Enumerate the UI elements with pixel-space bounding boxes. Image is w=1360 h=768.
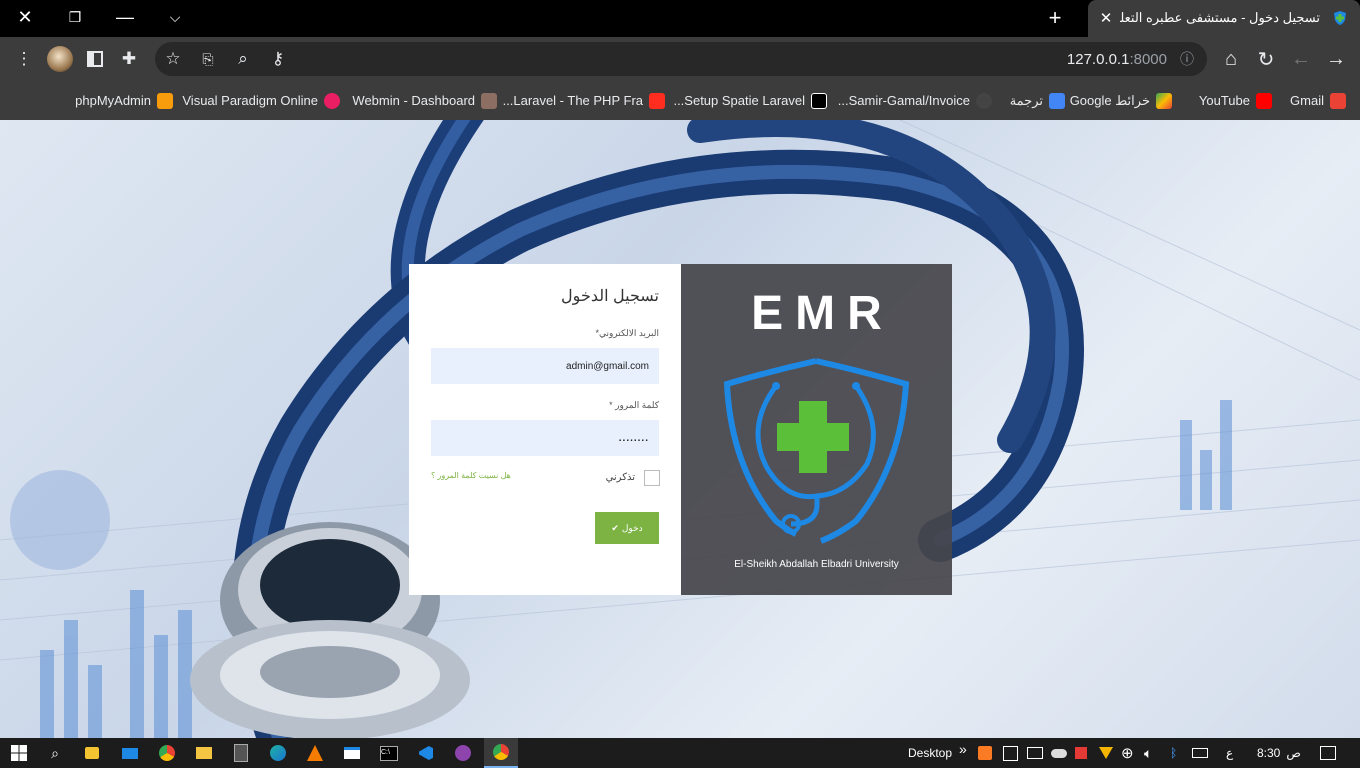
share-icon[interactable]: ⎘ bbox=[196, 47, 220, 71]
search-icon[interactable]: ⌕ bbox=[44, 742, 66, 764]
hospital-favicon-icon bbox=[1334, 11, 1346, 25]
window-close-button[interactable]: ✕ bbox=[0, 0, 50, 34]
youtube-icon bbox=[1256, 92, 1272, 109]
back-icon[interactable]: ← bbox=[1289, 47, 1313, 71]
network-tray-icon[interactable]: ⊕ bbox=[1121, 738, 1134, 768]
phpmyadmin-icon bbox=[157, 92, 173, 109]
active-tab[interactable]: ✕ تسجيل دخول - مستشفى عطبره التعليمي bbox=[1088, 0, 1360, 37]
edge-icon[interactable] bbox=[267, 742, 289, 764]
news-app-icon[interactable] bbox=[341, 742, 363, 764]
tab-close-button[interactable]: ✕ bbox=[1096, 8, 1116, 28]
site-info-icon[interactable]: ⓘ bbox=[1175, 47, 1199, 71]
bookmark-youtube[interactable]: YouTube bbox=[1199, 81, 1272, 120]
windows-logo-icon bbox=[11, 745, 27, 761]
desktop-toolbar-label[interactable]: Desktop bbox=[908, 738, 952, 768]
bookmark-translate[interactable]: ترجمة bbox=[1010, 81, 1065, 120]
brand-panel: EMR El-Sheikh Abdallah Elbadri Universit… bbox=[681, 264, 952, 595]
window-minimize-button[interactable]: — bbox=[100, 0, 150, 34]
check-icon: ✔ bbox=[611, 522, 619, 533]
start-windows-icon[interactable] bbox=[8, 742, 30, 764]
shield-tray-icon[interactable] bbox=[1075, 738, 1087, 768]
calculator-icon[interactable] bbox=[230, 742, 252, 764]
github-desktop-icon[interactable] bbox=[452, 742, 474, 764]
visual-paradigm-icon bbox=[324, 92, 340, 109]
tab-title: تسجيل دخول - مستشفى عطبره التعليمي bbox=[1120, 10, 1320, 25]
address-bar[interactable]: ☆ ⎘ ⌕ ⚷ 127.0.0.1:8000 ⓘ bbox=[155, 42, 1207, 76]
bookmark-laravel[interactable]: Laravel - The PHP Fra... bbox=[503, 81, 665, 120]
clipboard-tray-icon[interactable] bbox=[1003, 738, 1018, 768]
toolbar-chevron[interactable]: » bbox=[959, 734, 967, 764]
extensions-icon[interactable]: ✚ bbox=[117, 47, 141, 71]
bookmark-star-icon[interactable]: ☆ bbox=[161, 47, 185, 71]
login-form-card: تسجيل الدخول البريد الالكتروني* كلمة الم… bbox=[409, 264, 681, 595]
volume-tray-icon[interactable]: 🔈︎ bbox=[1144, 738, 1152, 768]
emr-shield-logo-icon bbox=[723, 358, 910, 544]
home-icon[interactable]: ⌂ bbox=[1219, 47, 1243, 71]
url-text[interactable]: 127.0.0.1:8000 bbox=[1067, 51, 1167, 68]
file-explorer-icon[interactable] bbox=[193, 742, 215, 764]
bookmark-maps[interactable]: خرائط Google bbox=[1070, 81, 1172, 120]
reload-icon[interactable]: ↻ bbox=[1254, 47, 1278, 71]
tab-strip: ✕ ❐ — ⌵ + ✕ تسجيل دخول - مستشفى عطبره ال… bbox=[0, 0, 1360, 37]
github-icon bbox=[976, 92, 992, 109]
maps-icon bbox=[1156, 92, 1172, 109]
bookmark-webmin[interactable]: Webmin - Dashboard bbox=[352, 81, 497, 120]
brand-subtitle: El-Sheikh Abdallah Elbadri University bbox=[734, 559, 899, 570]
bluetooth-tray-icon[interactable]: ᛒ bbox=[1170, 738, 1177, 768]
password-label: كلمة المرور * bbox=[609, 400, 659, 410]
remember-me-label: تذكرني bbox=[605, 472, 635, 483]
notifications-icon[interactable] bbox=[1320, 738, 1336, 768]
windows-taskbar: ⌕ C:\ Desktop » ⊕ 🔈︎ ᛒ ع 8:30 ص bbox=[0, 738, 1360, 768]
bookmark-medium[interactable]: Setup Spatie Laravel... bbox=[673, 81, 827, 120]
keyboard-tray-icon[interactable] bbox=[1027, 738, 1043, 768]
gmail-icon bbox=[1330, 92, 1346, 109]
clock[interactable]: 8:30 ص bbox=[1257, 738, 1301, 768]
onedrive-tray-icon[interactable] bbox=[1051, 738, 1067, 768]
chrome-icon[interactable] bbox=[156, 742, 178, 764]
webmin-icon bbox=[481, 92, 497, 109]
remember-me-checkbox[interactable] bbox=[644, 470, 660, 486]
side-panel-icon bbox=[87, 51, 103, 67]
password-field[interactable] bbox=[431, 420, 659, 456]
window-restore-button[interactable]: ❐ bbox=[50, 0, 100, 34]
bookmark-phpmyadmin[interactable]: phpMyAdmin bbox=[75, 81, 173, 120]
laravel-icon bbox=[649, 92, 665, 109]
login-button[interactable]: دخول ✔ bbox=[595, 512, 659, 544]
password-key-icon[interactable]: ⚷ bbox=[266, 47, 290, 71]
sidebar-icon[interactable] bbox=[83, 47, 107, 71]
bookmarks-bar: Gmail YouTube خرائط Google ترجمة Samir-G… bbox=[0, 81, 1360, 120]
mail-icon[interactable] bbox=[119, 742, 141, 764]
login-page: تسجيل الدخول البريد الالكتروني* كلمة الم… bbox=[0, 120, 1360, 738]
warning-tray-icon[interactable] bbox=[1099, 738, 1113, 768]
email-label: البريد الالكتروني* bbox=[595, 328, 659, 338]
language-indicator[interactable]: ع bbox=[1226, 738, 1233, 768]
forgot-password-link[interactable]: هل نسيت كلمة المرور ؟ bbox=[431, 471, 511, 480]
translate-icon bbox=[1049, 92, 1065, 109]
store-icon[interactable] bbox=[81, 742, 103, 764]
browser-toolbar: ⋮ ✚ ☆ ⎘ ⌕ ⚷ 127.0.0.1:8000 ⓘ ⌂ ↻ ← → bbox=[0, 37, 1360, 81]
vlc-icon[interactable] bbox=[304, 742, 326, 764]
brand-title: EMR bbox=[751, 287, 894, 340]
menu-icon[interactable]: ⋮ bbox=[12, 47, 36, 71]
bookmark-github[interactable]: Samir-Gamal/Invoice... bbox=[838, 81, 992, 120]
battery-tray-icon[interactable] bbox=[1192, 738, 1208, 768]
profile-avatar[interactable] bbox=[47, 46, 73, 72]
new-tab-button[interactable]: + bbox=[1043, 5, 1067, 30]
medium-icon bbox=[811, 92, 827, 109]
forward-icon[interactable]: → bbox=[1324, 47, 1348, 71]
terminal-icon[interactable]: C:\ bbox=[378, 742, 400, 764]
bookmark-visual-paradigm[interactable]: Visual Paradigm Online bbox=[182, 81, 340, 120]
bookmark-gmail[interactable]: Gmail bbox=[1290, 81, 1346, 120]
vscode-icon[interactable] bbox=[415, 742, 437, 764]
login-title: تسجيل الدخول bbox=[561, 288, 659, 305]
zoom-icon[interactable]: ⌕ bbox=[231, 47, 255, 71]
chrome-active-icon[interactable] bbox=[484, 738, 518, 768]
email-field[interactable] bbox=[431, 348, 659, 384]
xampp-tray-icon[interactable] bbox=[978, 738, 992, 768]
tab-search-button[interactable]: ⌵ bbox=[150, 0, 200, 34]
